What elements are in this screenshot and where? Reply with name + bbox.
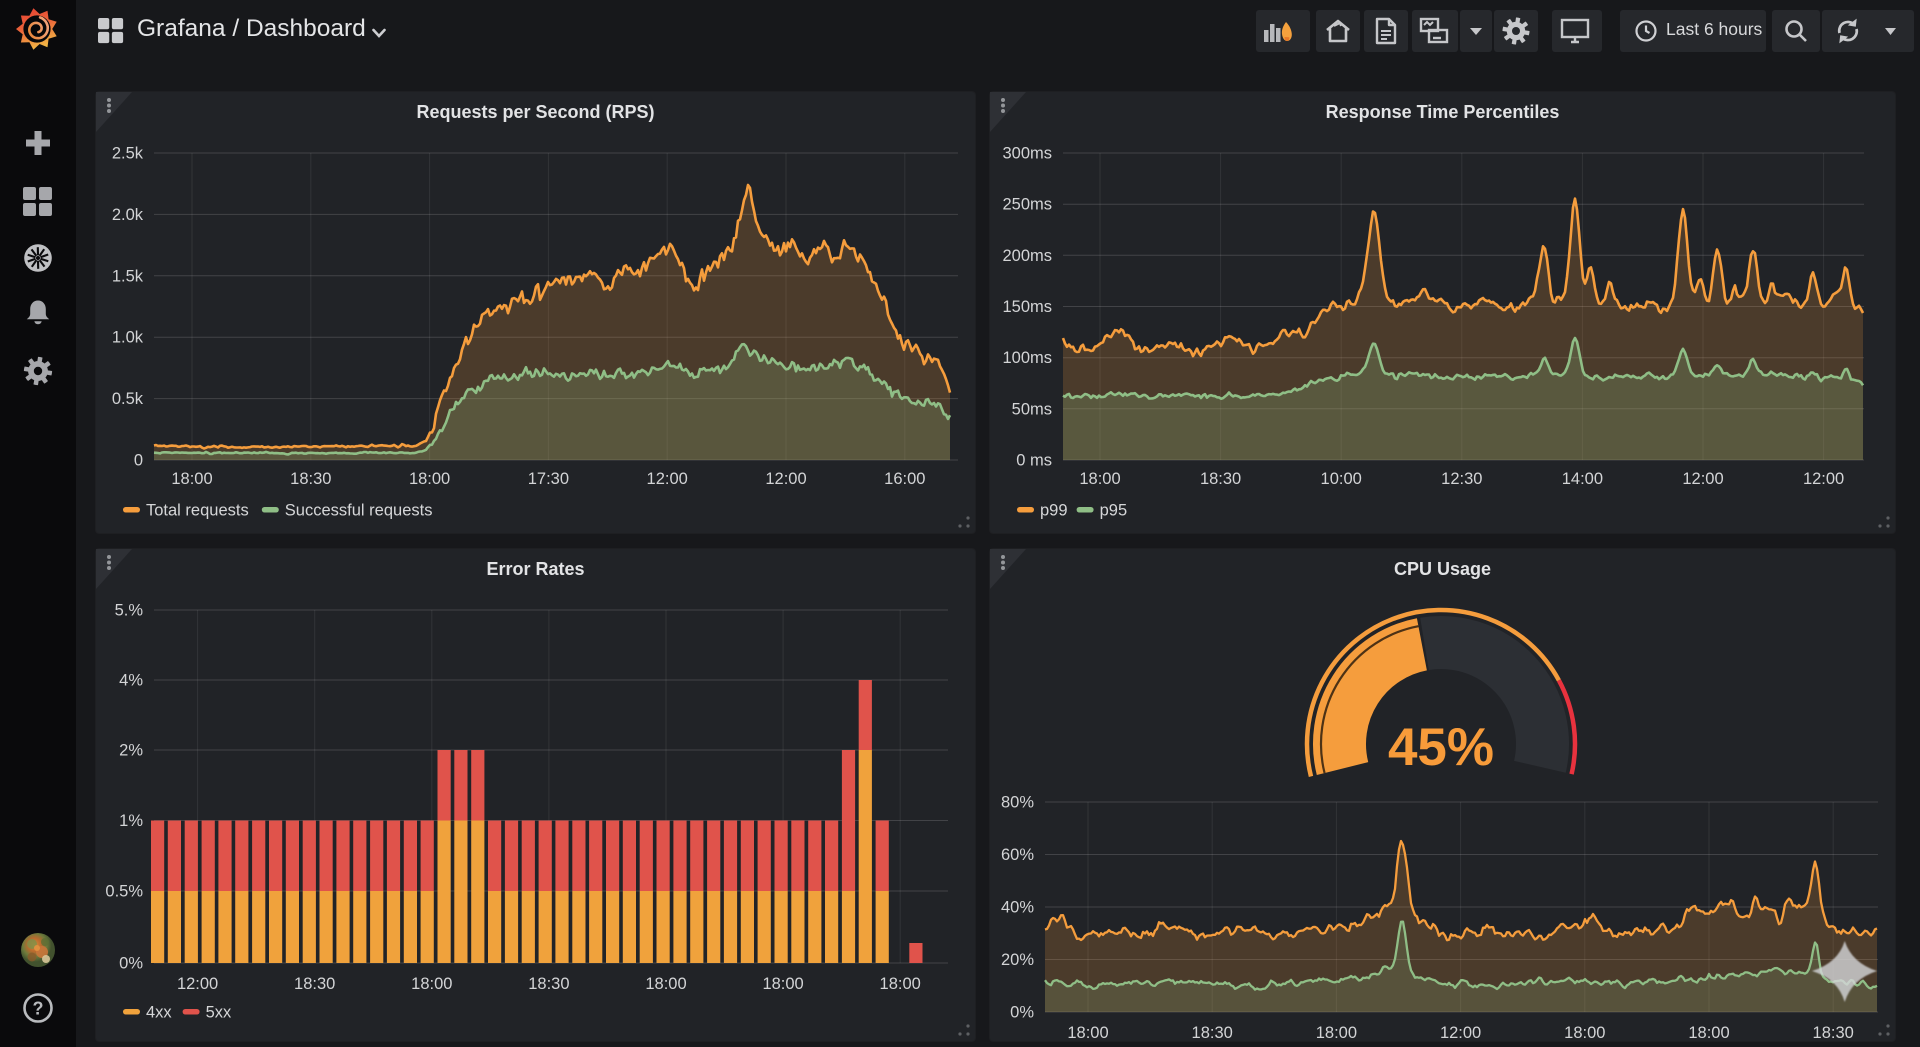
svg-text:0%: 0%: [119, 955, 143, 973]
svg-text:12:00: 12:00: [1682, 470, 1723, 488]
svg-text:18:00: 18:00: [762, 975, 803, 993]
svg-text:0.5%: 0.5%: [105, 883, 143, 901]
svg-text:18:00: 18:00: [880, 975, 921, 993]
svg-text:18:00: 18:00: [1067, 1024, 1108, 1041]
svg-text:18:00: 18:00: [409, 470, 450, 488]
svg-text:17:30: 17:30: [528, 470, 569, 488]
svg-text:CPU Usage: CPU Usage: [1394, 559, 1491, 579]
svg-text:50ms: 50ms: [1012, 400, 1052, 418]
svg-text:40%: 40%: [1001, 899, 1034, 917]
svg-text:0 ms: 0 ms: [1016, 452, 1052, 470]
svg-text:16:00: 16:00: [884, 470, 925, 488]
svg-text:14:00: 14:00: [1562, 470, 1603, 488]
svg-text:18:30: 18:30: [1192, 1024, 1233, 1041]
svg-text:18:00: 18:00: [1079, 470, 1120, 488]
svg-text:60%: 60%: [1001, 846, 1034, 864]
svg-text:?: ?: [33, 999, 44, 1019]
svg-text:18:00: 18:00: [411, 975, 452, 993]
svg-text:Successful requests: Successful requests: [285, 502, 433, 520]
svg-text:100ms: 100ms: [1002, 349, 1052, 367]
svg-text:2%: 2%: [119, 742, 143, 760]
svg-text:18:30: 18:30: [1813, 1024, 1854, 1041]
svg-text:18:00: 18:00: [1688, 1024, 1729, 1041]
svg-text:80%: 80%: [1001, 794, 1034, 812]
svg-text:Response Time Percentiles: Response Time Percentiles: [1326, 102, 1560, 122]
svg-text:12:00: 12:00: [1803, 470, 1844, 488]
svg-text:2.0k: 2.0k: [112, 206, 144, 224]
svg-text:2.5k: 2.5k: [112, 145, 144, 163]
svg-text:18:30: 18:30: [1200, 470, 1241, 488]
svg-text:12:00: 12:00: [647, 470, 688, 488]
svg-text:0.5k: 0.5k: [112, 390, 144, 408]
svg-text:Total requests: Total requests: [146, 502, 249, 520]
svg-text:1%: 1%: [119, 812, 143, 830]
svg-text:45%: 45%: [1388, 718, 1494, 777]
svg-text:18:00: 18:00: [171, 470, 212, 488]
svg-text:18:00: 18:00: [645, 975, 686, 993]
svg-text:10:00: 10:00: [1321, 470, 1362, 488]
svg-text:0%: 0%: [1010, 1004, 1034, 1022]
svg-text:4%: 4%: [119, 672, 143, 690]
svg-text:300ms: 300ms: [1002, 145, 1052, 163]
svg-text:18:30: 18:30: [294, 975, 335, 993]
svg-text:20%: 20%: [1001, 951, 1034, 969]
svg-text:Requests per Second (RPS): Requests per Second (RPS): [416, 102, 654, 122]
svg-text:18:30: 18:30: [528, 975, 569, 993]
svg-text:150ms: 150ms: [1002, 298, 1052, 316]
svg-text:1.5k: 1.5k: [112, 267, 144, 285]
svg-text:p99: p99: [1040, 502, 1068, 520]
svg-text:200ms: 200ms: [1002, 247, 1052, 265]
svg-text:0: 0: [134, 452, 143, 470]
svg-text:12:00: 12:00: [765, 470, 806, 488]
svg-text:18:00: 18:00: [1316, 1024, 1357, 1041]
svg-text:12:30: 12:30: [1441, 470, 1482, 488]
svg-text:12:00: 12:00: [177, 975, 218, 993]
svg-text:5.%: 5.%: [115, 602, 144, 620]
svg-text:18:30: 18:30: [290, 470, 331, 488]
svg-text:18:00: 18:00: [1564, 1024, 1605, 1041]
svg-text:p95: p95: [1100, 502, 1128, 520]
svg-text:1.0k: 1.0k: [112, 329, 144, 347]
svg-text:Error Rates: Error Rates: [486, 559, 584, 579]
svg-text:5xx: 5xx: [206, 1004, 232, 1022]
svg-text:12:00: 12:00: [1440, 1024, 1481, 1041]
svg-text:4xx: 4xx: [146, 1004, 172, 1022]
svg-text:250ms: 250ms: [1002, 196, 1052, 214]
